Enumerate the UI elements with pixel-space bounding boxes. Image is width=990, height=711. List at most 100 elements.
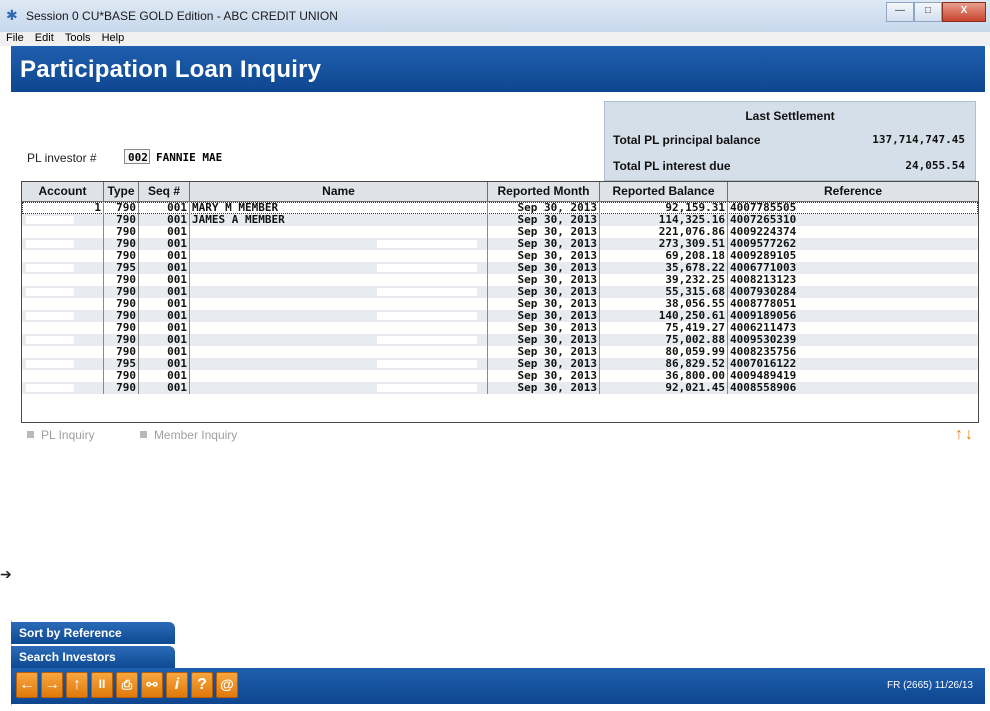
investor-code-field[interactable]: 002	[124, 149, 150, 164]
col-seq[interactable]: Seq #	[139, 182, 190, 201]
reference-cell: 4009530239	[730, 334, 797, 346]
table-row[interactable]: 790 001 Sep 30, 2013 38,056.55 4008778051	[22, 298, 978, 310]
table-row[interactable]: 795 001 Sep 30, 2013 35,678.22 4006771003	[22, 262, 978, 274]
table-row[interactable]: 790 001 Sep 30, 2013 273,309.51 4009577262	[22, 238, 978, 250]
scroll-up-icon[interactable]: ↑	[955, 426, 965, 443]
reported-month-cell: Sep 30, 2013	[488, 310, 600, 322]
scroll-arrows: ↑↓	[955, 426, 975, 444]
reported-balance-cell: 35,678.22	[600, 262, 728, 274]
menu-file[interactable]: File	[6, 32, 24, 44]
type-cell: 795	[104, 262, 139, 274]
seq-cell: 001	[139, 226, 190, 238]
seq-cell: 001	[139, 382, 190, 394]
col-name[interactable]: Name	[190, 182, 488, 201]
seq-cell: 001	[139, 214, 190, 226]
type-cell: 790	[104, 346, 139, 358]
table-row[interactable]: 790 001 JAMES A MEMBER Sep 30, 2013 114,325.…	[22, 214, 978, 226]
seq-cell: 001	[139, 250, 190, 262]
investor-name: FANNIE MAE	[156, 151, 223, 164]
reference-cell: 4009289105	[730, 250, 797, 262]
reference-cell: 4008235756	[730, 346, 797, 358]
col-type[interactable]: Type	[104, 182, 139, 201]
col-account[interactable]: Account	[22, 182, 104, 201]
table-row[interactable]: 790 001 Sep 30, 2013 75,419.27 4006211473	[22, 322, 978, 334]
main-content: PL investor # 002 FANNIE MAE Last Settle…	[11, 92, 985, 620]
masked-account	[26, 288, 74, 296]
masked-name	[377, 288, 477, 296]
reported-month-cell: Sep 30, 2013	[488, 274, 600, 286]
masked-name	[377, 384, 477, 392]
loan-table: Account Type Seq # Name Reported Month R…	[21, 181, 979, 423]
masked-account	[26, 240, 74, 248]
info-icon[interactable]: i	[166, 672, 188, 698]
table-row[interactable]: 790 001 Sep 30, 2013 36,800.00 4009489419	[22, 370, 978, 382]
member-inquiry-option[interactable]: Member Inquiry	[139, 428, 238, 442]
reference-cell: 4007785505	[730, 202, 797, 214]
email-icon[interactable]: @	[216, 672, 238, 698]
table-row[interactable]: 790 001 Sep 30, 2013 55,315.68 4007930284	[22, 286, 978, 298]
masked-name	[377, 336, 477, 344]
type-cell: 790	[104, 382, 139, 394]
page-title: Participation Loan Inquiry	[20, 56, 322, 83]
search-investors-button[interactable]: Search Investors	[11, 646, 175, 668]
reported-month-cell: Sep 30, 2013	[488, 322, 600, 334]
masked-name	[377, 348, 477, 356]
back-arrow-icon[interactable]: ←	[16, 672, 38, 698]
pl-inquiry-option[interactable]: PL Inquiry	[27, 428, 95, 442]
reported-balance-cell: 86,829.52	[600, 358, 728, 370]
table-row[interactable]: 1 790 001 MARY M MEMBER Sep 30, 2013 92,159.3…	[22, 202, 978, 214]
name-cell: JAMES A MEMBER	[190, 214, 488, 226]
reported-month-cell: Sep 30, 2013	[488, 346, 600, 358]
col-reference[interactable]: Reference	[728, 182, 978, 201]
menu-help[interactable]: Help	[102, 32, 125, 44]
reported-balance-cell: 114,325.16	[600, 214, 728, 226]
seq-cell: 001	[139, 286, 190, 298]
sort-by-reference-button[interactable]: Sort by Reference	[11, 622, 175, 644]
maximize-button[interactable]: □	[914, 2, 942, 22]
forward-arrow-icon[interactable]: →	[41, 672, 63, 698]
settlement-title: Last Settlement	[745, 109, 835, 123]
type-cell: 790	[104, 250, 139, 262]
scroll-down-icon[interactable]: ↓	[965, 426, 975, 443]
up-arrow-icon[interactable]: ↑	[66, 672, 88, 698]
window-title: Session 0 CU*BASE GOLD Edition - ABC CRE…	[26, 9, 338, 23]
seq-cell: 001	[139, 202, 190, 214]
table-row[interactable]: 790 001 Sep 30, 2013 39,232.25 4008213123	[22, 274, 978, 286]
reported-month-cell: Sep 30, 2013	[488, 202, 600, 214]
seq-cell: 001	[139, 238, 190, 250]
reference-cell: 4006211473	[730, 322, 797, 334]
type-cell: 790	[104, 274, 139, 286]
link-icon[interactable]: ⚯	[141, 672, 163, 698]
type-cell: 790	[104, 298, 139, 310]
type-cell: 790	[104, 322, 139, 334]
pause-icon[interactable]: II	[91, 672, 113, 698]
title-bar: ✱ Session 0 CU*BASE GOLD Edition - ABC C…	[0, 0, 990, 32]
masked-account	[26, 312, 74, 320]
minimize-button[interactable]: —	[886, 2, 914, 22]
reference-cell: 4008558906	[730, 382, 797, 394]
col-reported-month[interactable]: Reported Month	[488, 182, 600, 201]
masked-name	[377, 360, 477, 368]
type-cell: 790	[104, 226, 139, 238]
reference-cell: 4009489419	[730, 370, 797, 382]
table-row[interactable]: 795 001 Sep 30, 2013 86,829.52 4007016122	[22, 358, 978, 370]
reported-balance-cell: 55,315.68	[600, 286, 728, 298]
col-reported-balance[interactable]: Reported Balance	[600, 182, 728, 201]
table-header: Account Type Seq # Name Reported Month R…	[22, 182, 978, 202]
print-icon[interactable]: ⎙	[116, 672, 138, 698]
table-row[interactable]: 790 001 Sep 30, 2013 69,208.18 4009289105	[22, 250, 978, 262]
masked-account	[26, 216, 74, 224]
menu-tools[interactable]: Tools	[65, 32, 91, 44]
masked-name	[377, 276, 477, 284]
member-inquiry-label: Member Inquiry	[153, 428, 238, 442]
menu-edit[interactable]: Edit	[35, 32, 54, 44]
table-row[interactable]: 790 001 Sep 30, 2013 221,076.86 4009224374	[22, 226, 978, 238]
seq-cell: 001	[139, 334, 190, 346]
help-icon[interactable]: ?	[191, 672, 213, 698]
table-row[interactable]: 790 001 Sep 30, 2013 75,002.88 4009530239	[22, 334, 978, 346]
close-button[interactable]: X	[942, 2, 986, 22]
table-row[interactable]: 790 001 Sep 30, 2013 140,250.61 4009189056	[22, 310, 978, 322]
table-row[interactable]: 790 001 Sep 30, 2013 80,059.99 4008235756	[22, 346, 978, 358]
table-row[interactable]: 790 001 Sep 30, 2013 92,021.45 4008558906	[22, 382, 978, 394]
masked-name	[377, 264, 477, 272]
